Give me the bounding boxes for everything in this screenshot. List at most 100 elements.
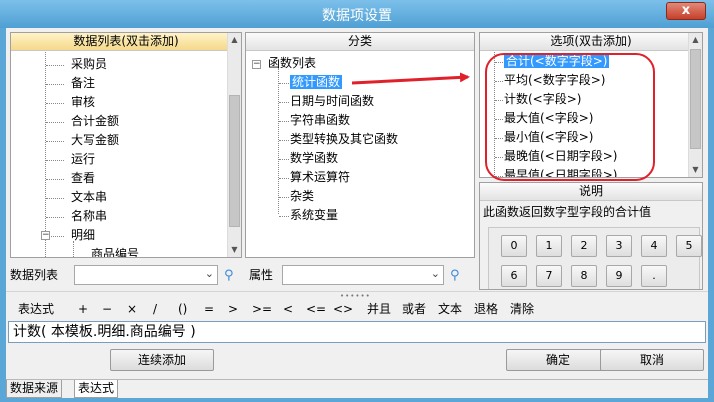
option-item-label: 最大值(<字段>) xyxy=(504,111,594,125)
data-list-item[interactable]: 明细 xyxy=(71,226,95,245)
category-root[interactable]: 函数列表 xyxy=(268,54,316,73)
tab-data-source[interactable]: 数据来源 xyxy=(6,380,63,398)
title-bar: 数据项设置 x xyxy=(0,0,714,28)
category-item-label: 杂类 xyxy=(290,189,315,203)
category-item[interactable]: 算术运算符 xyxy=(290,168,350,187)
category-item-label: 算术运算符 xyxy=(290,170,351,184)
tree-expander-icon[interactable]: − xyxy=(252,60,261,69)
keypad-button[interactable]: 8 xyxy=(571,265,597,287)
category-item[interactable]: 数学函数 xyxy=(290,149,338,168)
tree-branch-line xyxy=(279,140,289,141)
data-list-item[interactable]: 合计金额 xyxy=(71,112,119,131)
tree-expander-icon[interactable]: − xyxy=(41,231,50,240)
tree-branch-line xyxy=(279,83,289,84)
window-title: 数据项设置 xyxy=(322,8,392,24)
tree-branch-line xyxy=(46,160,64,161)
scroll-up-icon[interactable]: ▲ xyxy=(228,33,241,47)
keypad-button[interactable]: 4 xyxy=(641,235,667,257)
data-list-item[interactable]: 运行 xyxy=(71,150,95,169)
tree-branch-line xyxy=(46,103,64,104)
option-item[interactable]: 最小值(<字段>) xyxy=(504,128,593,147)
keypad-button[interactable]: 5 xyxy=(676,235,702,257)
tree-guide-line xyxy=(73,241,74,257)
toolbar-button[interactable]: () xyxy=(178,301,187,317)
option-item[interactable]: 最早值(<日期字段>) xyxy=(504,166,618,178)
toolbar-button[interactable]: / xyxy=(153,301,157,317)
scroll-thumb[interactable] xyxy=(690,49,701,149)
option-item-label: 计数(<字段>) xyxy=(504,92,582,106)
search-icon[interactable]: ⚲ xyxy=(450,268,460,283)
option-item[interactable]: 平均(<数字字段>) xyxy=(504,71,605,90)
toolbar-button[interactable]: > xyxy=(228,301,238,317)
data-list-item[interactable]: 商品编号 xyxy=(91,245,139,257)
category-item[interactable]: 杂类 xyxy=(290,187,314,206)
tree-branch-line xyxy=(46,65,64,66)
option-item[interactable]: 最大值(<字段>) xyxy=(504,109,593,128)
expression-input[interactable]: 计数( 本模板.明细.商品编号 ) xyxy=(8,321,706,343)
data-list-item[interactable]: 备注 xyxy=(71,74,95,93)
search-icon[interactable]: ⚲ xyxy=(224,268,234,283)
tree-branch-line xyxy=(46,179,64,180)
toolbar-button[interactable]: = xyxy=(204,301,214,317)
keypad-button[interactable]: 1 xyxy=(536,235,562,257)
keypad-button[interactable]: 2 xyxy=(571,235,597,257)
chevron-down-icon[interactable]: ⌄ xyxy=(205,267,214,280)
attr-label: 属性 xyxy=(249,268,274,282)
toolbar-button[interactable]: >= xyxy=(252,301,272,317)
keypad-button[interactable]: 9 xyxy=(606,265,632,287)
close-button[interactable]: x xyxy=(666,2,706,20)
option-item-label: 最小值(<字段>) xyxy=(504,130,594,144)
option-item-label: 平均(<数字字段>) xyxy=(504,73,606,87)
bottom-tabs: 数据来源 表达式 xyxy=(6,379,708,398)
data-list-header: 数据列表(双击添加) xyxy=(11,33,241,51)
scroll-up-icon[interactable]: ▲ xyxy=(689,33,702,47)
toolbar-button[interactable]: 文本 xyxy=(438,301,462,317)
cancel-button[interactable]: 取消 xyxy=(600,349,704,371)
category-item[interactable]: 日期与时间函数 xyxy=(290,92,374,111)
toolbar-button[interactable]: 并且 xyxy=(367,301,391,317)
toolbar-button[interactable]: <= xyxy=(306,301,326,317)
toolbar-button[interactable]: × xyxy=(127,301,137,317)
keypad-button[interactable]: 6 xyxy=(501,265,527,287)
data-list-item[interactable]: 名称串 xyxy=(71,207,107,226)
option-item[interactable]: 最晚值(<日期字段>) xyxy=(504,147,617,166)
keypad-button[interactable]: 0 xyxy=(501,235,527,257)
toolbar-button[interactable]: < xyxy=(283,301,293,317)
scroll-thumb[interactable] xyxy=(229,95,240,227)
data-list-item[interactable]: 查看 xyxy=(71,169,95,188)
continuous-add-button[interactable]: 连续添加 xyxy=(110,349,214,371)
toolbar-button[interactable]: 退格 xyxy=(474,301,498,317)
keypad-button[interactable]: . xyxy=(641,265,667,287)
data-list-combo[interactable]: ⌄ xyxy=(74,265,218,285)
options-scrollbar[interactable]: ▲ ▼ xyxy=(688,33,702,177)
option-item[interactable]: 合计(<数字字段>) xyxy=(504,52,610,71)
tree-guide-line xyxy=(494,52,495,177)
category-item[interactable]: 统计函数 xyxy=(290,73,343,92)
data-list-item[interactable]: 文本串 xyxy=(71,188,107,207)
tree-branch-line xyxy=(46,141,64,142)
keypad-button[interactable]: 7 xyxy=(536,265,562,287)
toolbar-button[interactable]: 清除 xyxy=(510,301,534,317)
ok-button[interactable]: 确定 xyxy=(506,349,610,371)
toolbar-button[interactable]: <> xyxy=(333,301,353,317)
data-list-scrollbar[interactable]: ▲ ▼ xyxy=(227,33,241,257)
option-item-label: 最早值(<日期字段>) xyxy=(504,168,618,178)
attr-combo[interactable]: ⌄ xyxy=(282,265,444,285)
category-item-label: 系统变量 xyxy=(290,208,339,222)
options-header: 选项(双击添加) xyxy=(480,33,702,51)
scroll-down-icon[interactable]: ▼ xyxy=(689,163,702,177)
category-item[interactable]: 字符串函数 xyxy=(290,111,350,130)
chevron-down-icon[interactable]: ⌄ xyxy=(431,267,440,280)
toolbar-button[interactable]: − xyxy=(102,301,112,317)
scroll-down-icon[interactable]: ▼ xyxy=(228,243,241,257)
data-list-item[interactable]: 大写金额 xyxy=(71,131,119,150)
tab-expression[interactable]: 表达式 xyxy=(74,380,119,398)
toolbar-button[interactable]: 或者 xyxy=(402,301,426,317)
toolbar-button[interactable]: + xyxy=(78,301,88,317)
keypad-button[interactable]: 3 xyxy=(606,235,632,257)
category-item[interactable]: 类型转换及其它函数 xyxy=(290,130,398,149)
option-item[interactable]: 计数(<字段>) xyxy=(504,90,581,109)
category-item[interactable]: 系统变量 xyxy=(290,206,338,225)
data-list-item[interactable]: 采购员 xyxy=(71,55,107,74)
data-list-item[interactable]: 审核 xyxy=(71,93,95,112)
